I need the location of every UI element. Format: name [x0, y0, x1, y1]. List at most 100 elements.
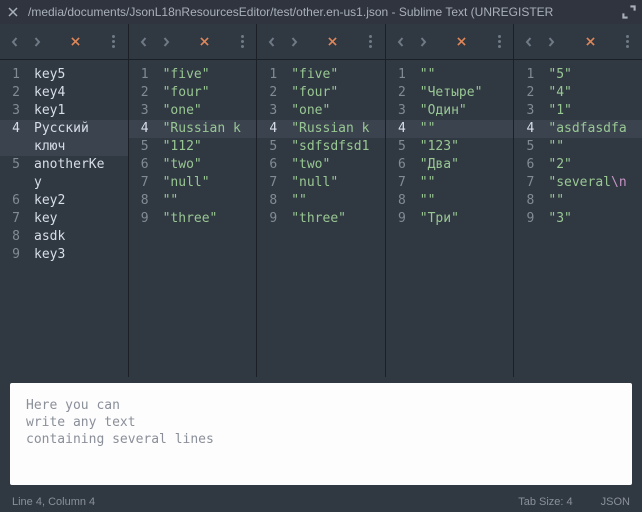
line-number: 4 [0, 120, 30, 138]
tab-next-icon[interactable] [28, 33, 46, 51]
tab-next-icon[interactable] [542, 33, 560, 51]
line-number: 5 [257, 138, 287, 156]
line-number: 7 [0, 210, 30, 228]
code-line: key [30, 210, 128, 228]
line-number: 2 [129, 84, 159, 102]
code-line: "" [416, 66, 514, 84]
code-line: "five" [159, 66, 257, 84]
code-line: "1" [544, 102, 642, 120]
code-line: asdk [30, 228, 128, 246]
tab-close-icon[interactable] [452, 32, 472, 52]
tab-menu-icon[interactable] [620, 32, 636, 52]
tab-close-icon[interactable] [66, 32, 86, 52]
line-number: 8 [514, 192, 544, 210]
code-line: "two" [287, 156, 385, 174]
tab-prev-icon[interactable] [6, 33, 24, 51]
tab-prev-icon[interactable] [392, 33, 410, 51]
editor-content[interactable]: "five""four""one""Russian k"112""two""nu… [159, 60, 257, 228]
code-line: "Два" [416, 156, 514, 174]
code-line: "" [544, 138, 642, 156]
line-number: 4 [514, 120, 544, 138]
tab-close-icon[interactable] [580, 32, 600, 52]
code-line: "Три" [416, 210, 514, 228]
line-number: 4 [386, 120, 416, 138]
tab-next-icon[interactable] [157, 33, 175, 51]
bottom-panel-text: Here you can write any text containing s… [10, 383, 632, 462]
code-line: "Russian k [159, 120, 257, 138]
tab-close-icon[interactable] [323, 32, 343, 52]
line-gutter: 123456789 [257, 60, 287, 228]
tab-prev-icon[interactable] [135, 33, 153, 51]
line-number: 8 [129, 192, 159, 210]
line-number: 1 [0, 66, 30, 84]
line-number: 6 [0, 192, 30, 210]
editor-content[interactable]: "five""four""one""Russian k"sdfsdfsd1"tw… [287, 60, 385, 228]
code-line: key5 [30, 66, 128, 84]
tab-next-icon[interactable] [414, 33, 432, 51]
line-number: 3 [514, 102, 544, 120]
line-number: 5 [0, 156, 30, 174]
line-number: 2 [386, 84, 416, 102]
code-line: "null" [287, 174, 385, 192]
tab-prev-icon[interactable] [520, 33, 538, 51]
editor-pane[interactable]: 123456789"five""four""one""Russian k"sdf… [257, 60, 386, 377]
line-number: 8 [0, 228, 30, 246]
line-number: 3 [0, 102, 30, 120]
tab-group [514, 24, 642, 59]
line-number: 8 [257, 192, 287, 210]
editor-content[interactable]: "5""4""1""asdfasdfa"""2""several\n"""3" [544, 60, 642, 228]
tab-group [257, 24, 386, 59]
editor-pane[interactable]: 123456789key5key4key1Русский ключanother… [0, 60, 129, 377]
line-gutter: 123456789 [386, 60, 416, 228]
tab-close-icon[interactable] [194, 32, 214, 52]
line-number: 5 [129, 138, 159, 156]
code-line: y [30, 174, 128, 192]
line-number: 6 [129, 156, 159, 174]
line-number: 9 [129, 210, 159, 228]
tabs-bar [0, 24, 642, 60]
code-line: "" [416, 192, 514, 210]
code-line: "four" [287, 84, 385, 102]
line-number: 6 [386, 156, 416, 174]
code-line: "" [416, 174, 514, 192]
tab-menu-icon[interactable] [106, 32, 122, 52]
line-number: 1 [514, 66, 544, 84]
editor-content[interactable]: key5key4key1Русский ключanotherKeykey2ke… [30, 60, 128, 264]
editor-pane[interactable]: 123456789"five""four""one""Russian k"112… [129, 60, 258, 377]
line-number: 7 [386, 174, 416, 192]
tab-group [386, 24, 515, 59]
tab-prev-icon[interactable] [263, 33, 281, 51]
tab-menu-icon[interactable] [363, 32, 379, 52]
line-number: 7 [514, 174, 544, 192]
code-line: "sdfsdfsd1 [287, 138, 385, 156]
editor-content[interactable]: """Четыре""Один""""123""Два""""""Три" [416, 60, 514, 228]
line-number: 3 [129, 102, 159, 120]
line-number: 7 [129, 174, 159, 192]
line-number: 5 [386, 138, 416, 156]
close-icon[interactable] [6, 5, 20, 19]
code-line: "null" [159, 174, 257, 192]
tab-menu-icon[interactable] [491, 32, 507, 52]
code-line: "4" [544, 84, 642, 102]
editor-pane[interactable]: 123456789"""Четыре""Один""""123""Два""""… [386, 60, 515, 377]
editor-panes: 123456789key5key4key1Русский ключanother… [0, 60, 642, 377]
tab-menu-icon[interactable] [234, 32, 250, 52]
line-number: 4 [129, 120, 159, 138]
line-number: 6 [514, 156, 544, 174]
line-number: 7 [257, 174, 287, 192]
maximize-icon[interactable] [622, 5, 636, 19]
code-line: "one" [287, 102, 385, 120]
code-line: key4 [30, 84, 128, 102]
code-line: "Один" [416, 102, 514, 120]
code-line: Русский [30, 120, 128, 138]
status-bar: Line 4, Column 4 Tab Size: 4 JSON [0, 491, 642, 512]
line-number: 2 [257, 84, 287, 102]
line-number [0, 174, 30, 192]
line-number: 8 [386, 192, 416, 210]
editor-pane[interactable]: 123456789"5""4""1""asdfasdfa"""2""severa… [514, 60, 642, 377]
code-line: "five" [287, 66, 385, 84]
tab-next-icon[interactable] [285, 33, 303, 51]
bottom-panel[interactable]: Here you can write any text containing s… [10, 383, 632, 485]
line-number: 3 [386, 102, 416, 120]
code-line: key2 [30, 192, 128, 210]
